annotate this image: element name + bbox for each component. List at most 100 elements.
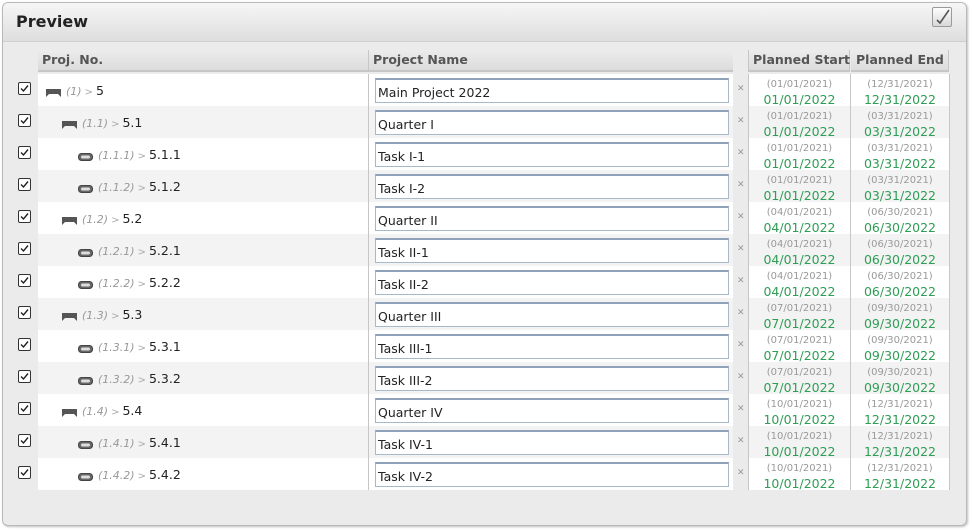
checkbox-checked-icon xyxy=(20,149,29,157)
row-checkbox[interactable] xyxy=(18,210,31,223)
project-name-cell xyxy=(369,170,733,202)
project-name-input[interactable] xyxy=(375,78,729,103)
project-name-cell xyxy=(369,106,733,138)
remove-x-icon[interactable]: ✕ xyxy=(737,436,745,446)
planned-start-cell: (01/01/2021) 01/01/2022 xyxy=(748,170,851,203)
previous-end-date: (03/31/2021) xyxy=(867,111,933,122)
remove-x-icon[interactable]: ✕ xyxy=(737,180,745,190)
confirm-button[interactable] xyxy=(932,7,952,27)
new-end-date: 09/30/2022 xyxy=(863,316,937,331)
project-name-input[interactable] xyxy=(375,302,729,327)
row-checkbox[interactable] xyxy=(18,274,31,287)
checkbox-checked-icon xyxy=(20,469,29,477)
remove-x-icon[interactable]: ✕ xyxy=(737,148,745,158)
remove-x-icon[interactable]: ✕ xyxy=(737,116,745,126)
wbs-path: (1.2.1) >5.2.1 xyxy=(98,243,181,258)
row-checkbox[interactable] xyxy=(18,82,31,95)
row-checkbox[interactable] xyxy=(18,402,31,415)
new-end-date: 06/30/2022 xyxy=(863,220,937,235)
row-checkbox[interactable] xyxy=(18,146,31,159)
table-row: (1.2)>5.2 ✕ (04/01/2021) 04/01/2022 (06/… xyxy=(18,202,960,235)
row-checkbox[interactable] xyxy=(18,466,31,479)
row-checkbox[interactable] xyxy=(18,370,31,383)
proj-no-cell: (1.3) >5.3 xyxy=(38,298,369,330)
column-header-planned-start[interactable]: Planned Start xyxy=(748,50,850,72)
remove-cell: ✕ xyxy=(733,362,748,394)
task-bar-icon xyxy=(78,182,93,193)
column-header-proj-no[interactable]: Proj. No. xyxy=(38,50,369,72)
proj-number: 5.4.2 xyxy=(148,467,181,482)
row-checkbox[interactable] xyxy=(18,114,31,127)
planned-start-cell: (01/01/2021) 01/01/2022 xyxy=(748,106,851,139)
previous-end-date: (06/30/2021) xyxy=(867,271,933,282)
project-name-input[interactable] xyxy=(375,206,729,231)
remove-cell: ✕ xyxy=(733,106,748,138)
remove-x-icon[interactable]: ✕ xyxy=(737,340,745,350)
column-header-project-name[interactable]: Project Name xyxy=(369,50,733,72)
new-start-date: 07/01/2022 xyxy=(763,380,836,395)
new-end-date: 12/31/2022 xyxy=(863,444,937,459)
planned-end-cell: (06/30/2021) 06/30/2022 xyxy=(851,266,950,299)
project-name-input[interactable] xyxy=(375,142,729,167)
column-header-planned-end[interactable]: Planned End xyxy=(851,50,949,72)
row-checkbox[interactable] xyxy=(18,242,31,255)
wbs-code: (1.4.2) xyxy=(98,469,135,482)
project-name-input[interactable] xyxy=(375,462,729,487)
new-end-date: 03/31/2022 xyxy=(863,124,937,139)
wbs-code: (1.3) xyxy=(82,309,109,322)
project-name-input[interactable] xyxy=(375,398,729,423)
project-name-input[interactable] xyxy=(375,110,729,135)
remove-x-icon[interactable]: ✕ xyxy=(737,84,745,94)
project-name-input[interactable] xyxy=(375,270,729,295)
remove-x-icon[interactable]: ✕ xyxy=(737,404,745,414)
checkmark-icon xyxy=(936,9,950,25)
planned-end-cell: (09/30/2021) 09/30/2022 xyxy=(851,362,950,395)
previous-start-date: (07/01/2021) xyxy=(766,303,833,314)
remove-x-icon[interactable]: ✕ xyxy=(737,372,745,382)
previous-start-date: (10/01/2021) xyxy=(766,399,833,410)
proj-number: 5.1 xyxy=(122,115,143,130)
remove-x-icon[interactable]: ✕ xyxy=(737,244,745,254)
remove-x-icon[interactable]: ✕ xyxy=(737,276,745,286)
table-row: (1.3.1)>5.3.1 ✕ (07/01/2021) 07/01/2022 … xyxy=(18,330,960,363)
new-start-date: 01/01/2022 xyxy=(763,124,836,139)
chevron-right-icon: > xyxy=(137,439,146,450)
proj-number: 5.3.2 xyxy=(148,371,181,386)
project-name-input[interactable] xyxy=(375,174,729,199)
proj-no-cell: (1.4.2) >5.4.2 xyxy=(38,458,369,490)
wbs-path: (1.1.1) >5.1.1 xyxy=(98,147,181,162)
project-name-cell xyxy=(369,330,733,362)
chevron-right-icon: > xyxy=(111,407,120,418)
project-name-cell xyxy=(369,74,733,106)
project-name-input[interactable] xyxy=(375,430,729,455)
wbs-code: (1.3.1) xyxy=(98,341,135,354)
previous-end-date: (09/30/2021) xyxy=(867,303,933,314)
row-checkbox[interactable] xyxy=(18,434,31,447)
remove-x-icon[interactable]: ✕ xyxy=(737,308,745,318)
project-name-input[interactable] xyxy=(375,366,729,391)
previous-end-date: (09/30/2021) xyxy=(867,335,933,346)
row-checkbox[interactable] xyxy=(18,338,31,351)
table-row: (1.2.2)>5.2.2 ✕ (04/01/2021) 04/01/2022 … xyxy=(18,266,960,299)
remove-x-icon[interactable]: ✕ xyxy=(737,468,745,478)
checkbox-checked-icon xyxy=(20,405,29,413)
row-checkbox[interactable] xyxy=(18,306,31,319)
task-bar-icon xyxy=(78,342,93,353)
row-checkbox[interactable] xyxy=(18,178,31,191)
project-name-cell xyxy=(369,362,733,394)
previous-end-date: (06/30/2021) xyxy=(867,239,933,250)
previous-start-date: (01/01/2021) xyxy=(766,111,833,122)
remove-x-icon[interactable]: ✕ xyxy=(737,212,745,222)
task-bar-icon xyxy=(78,150,93,161)
project-name-cell xyxy=(369,298,733,330)
table-row: (1.1)>5.1 ✕ (01/01/2021) 01/01/2022 (03/… xyxy=(18,106,960,139)
proj-number: 5.1.1 xyxy=(148,147,181,162)
proj-no-cell: (1.1) >5.1 xyxy=(38,106,369,138)
checkbox-checked-icon xyxy=(20,309,29,317)
project-name-input[interactable] xyxy=(375,334,729,359)
previous-end-date: (12/31/2021) xyxy=(867,399,933,410)
project-name-input[interactable] xyxy=(375,238,729,263)
chevron-right-icon: > xyxy=(137,343,146,354)
wbs-path: (1.4.1) >5.4.1 xyxy=(98,435,181,450)
chevron-right-icon: > xyxy=(111,119,120,130)
